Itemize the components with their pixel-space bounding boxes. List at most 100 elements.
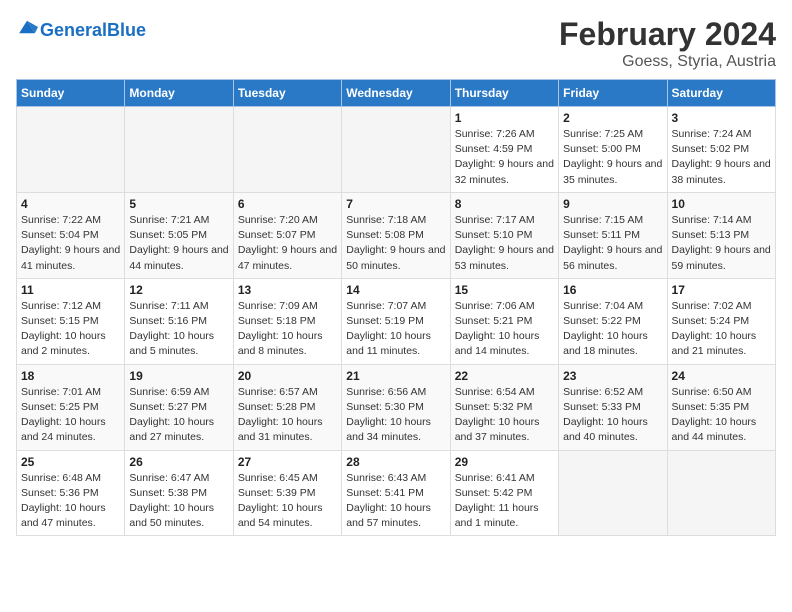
day-cell: 12 Sunrise: 7:11 AMSunset: 5:16 PMDayligh… [125,278,233,364]
day-cell: 20 Sunrise: 6:57 AMSunset: 5:28 PMDayligh… [233,364,341,450]
day-cell: 28 Sunrise: 6:43 AMSunset: 5:41 PMDayligh… [342,450,450,536]
day-info: Sunrise: 6:52 AMSunset: 5:33 PMDaylight:… [563,385,662,446]
day-cell: 23 Sunrise: 6:52 AMSunset: 5:33 PMDayligh… [559,364,667,450]
logo: GeneralBlue [16,16,146,43]
day-cell [17,107,125,193]
day-number: 10 [672,197,771,211]
day-number: 3 [672,111,771,125]
logo-general: General [40,20,107,40]
day-info: Sunrise: 7:22 AMSunset: 5:04 PMDaylight:… [21,213,120,274]
day-info: Sunrise: 6:50 AMSunset: 5:35 PMDaylight:… [672,385,771,446]
day-number: 11 [21,283,120,297]
logo-icon [16,16,38,38]
day-cell: 24 Sunrise: 6:50 AMSunset: 5:35 PMDayligh… [667,364,775,450]
day-number: 7 [346,197,445,211]
day-info: Sunrise: 7:06 AMSunset: 5:21 PMDaylight:… [455,299,554,360]
day-info: Sunrise: 6:57 AMSunset: 5:28 PMDaylight:… [238,385,337,446]
day-info: Sunrise: 7:07 AMSunset: 5:19 PMDaylight:… [346,299,445,360]
week-row-4: 18 Sunrise: 7:01 AMSunset: 5:25 PMDayligh… [17,364,776,450]
day-number: 12 [129,283,228,297]
day-cell: 27 Sunrise: 6:45 AMSunset: 5:39 PMDayligh… [233,450,341,536]
day-info: Sunrise: 7:25 AMSunset: 5:00 PMDaylight:… [563,127,662,188]
day-info: Sunrise: 7:09 AMSunset: 5:18 PMDaylight:… [238,299,337,360]
day-info: Sunrise: 6:48 AMSunset: 5:36 PMDaylight:… [21,471,120,532]
day-info: Sunrise: 7:18 AMSunset: 5:08 PMDaylight:… [346,213,445,274]
day-info: Sunrise: 6:54 AMSunset: 5:32 PMDaylight:… [455,385,554,446]
day-cell: 5 Sunrise: 7:21 AMSunset: 5:05 PMDaylight… [125,192,233,278]
day-number: 28 [346,455,445,469]
day-number: 20 [238,369,337,383]
day-cell: 29Sunrise: 6:41 AMSunset: 5:42 PMDayligh… [450,450,558,536]
day-number: 27 [238,455,337,469]
day-info: Sunrise: 7:26 AMSunset: 4:59 PMDaylight:… [455,127,554,188]
header-cell-wednesday: Wednesday [342,80,450,107]
title-block: February 2024 Goess, Styria, Austria [559,16,776,71]
day-cell: 1Sunrise: 7:26 AMSunset: 4:59 PMDaylight… [450,107,558,193]
header-cell-saturday: Saturday [667,80,775,107]
day-number: 9 [563,197,662,211]
day-cell: 15 Sunrise: 7:06 AMSunset: 5:21 PMDayligh… [450,278,558,364]
day-cell: 2 Sunrise: 7:25 AMSunset: 5:00 PMDaylight… [559,107,667,193]
day-info: Sunrise: 7:04 AMSunset: 5:22 PMDaylight:… [563,299,662,360]
day-number: 6 [238,197,337,211]
day-number: 18 [21,369,120,383]
day-number: 21 [346,369,445,383]
calendar-table: SundayMondayTuesdayWednesdayThursdayFrid… [16,79,776,536]
day-cell: 3 Sunrise: 7:24 AMSunset: 5:02 PMDaylight… [667,107,775,193]
day-cell: 25Sunrise: 6:48 AMSunset: 5:36 PMDayligh… [17,450,125,536]
day-number: 13 [238,283,337,297]
week-row-5: 25Sunrise: 6:48 AMSunset: 5:36 PMDayligh… [17,450,776,536]
day-number: 15 [455,283,554,297]
page-header: GeneralBlue February 2024 Goess, Styria,… [16,16,776,71]
day-number: 24 [672,369,771,383]
day-cell: 9Sunrise: 7:15 AMSunset: 5:11 PMDaylight… [559,192,667,278]
day-info: Sunrise: 6:59 AMSunset: 5:27 PMDaylight:… [129,385,228,446]
day-number: 2 [563,111,662,125]
day-cell: 19 Sunrise: 6:59 AMSunset: 5:27 PMDayligh… [125,364,233,450]
day-number: 5 [129,197,228,211]
header-cell-monday: Monday [125,80,233,107]
calendar-body: 1Sunrise: 7:26 AMSunset: 4:59 PMDaylight… [17,107,776,536]
day-number: 4 [21,197,120,211]
week-row-3: 11 Sunrise: 7:12 AMSunset: 5:15 PMDayligh… [17,278,776,364]
day-cell: 14 Sunrise: 7:07 AMSunset: 5:19 PMDayligh… [342,278,450,364]
day-number: 26 [129,455,228,469]
day-number: 14 [346,283,445,297]
day-cell: 18 Sunrise: 7:01 AMSunset: 5:25 PMDayligh… [17,364,125,450]
day-info: Sunrise: 7:11 AMSunset: 5:16 PMDaylight:… [129,299,228,360]
header-cell-friday: Friday [559,80,667,107]
week-row-2: 4 Sunrise: 7:22 AMSunset: 5:04 PMDaylight… [17,192,776,278]
header-cell-tuesday: Tuesday [233,80,341,107]
day-cell: 13 Sunrise: 7:09 AMSunset: 5:18 PMDayligh… [233,278,341,364]
day-info: Sunrise: 7:12 AMSunset: 5:15 PMDaylight:… [21,299,120,360]
day-number: 23 [563,369,662,383]
day-cell: 6 Sunrise: 7:20 AMSunset: 5:07 PMDaylight… [233,192,341,278]
day-info: Sunrise: 6:41 AMSunset: 5:42 PMDaylight:… [455,471,554,532]
day-info: Sunrise: 7:21 AMSunset: 5:05 PMDaylight:… [129,213,228,274]
day-cell: 26 Sunrise: 6:47 AMSunset: 5:38 PMDayligh… [125,450,233,536]
day-info: Sunrise: 6:47 AMSunset: 5:38 PMDaylight:… [129,471,228,532]
header-cell-thursday: Thursday [450,80,558,107]
day-info: Sunrise: 7:17 AMSunset: 5:10 PMDaylight:… [455,213,554,274]
day-info: Sunrise: 7:24 AMSunset: 5:02 PMDaylight:… [672,127,771,188]
day-info: Sunrise: 7:01 AMSunset: 5:25 PMDaylight:… [21,385,120,446]
day-info: Sunrise: 6:45 AMSunset: 5:39 PMDaylight:… [238,471,337,532]
day-number: 19 [129,369,228,383]
day-cell: 10 Sunrise: 7:14 AMSunset: 5:13 PMDayligh… [667,192,775,278]
week-row-1: 1Sunrise: 7:26 AMSunset: 4:59 PMDaylight… [17,107,776,193]
day-info: Sunrise: 7:14 AMSunset: 5:13 PMDaylight:… [672,213,771,274]
header-row: SundayMondayTuesdayWednesdayThursdayFrid… [17,80,776,107]
logo-blue: Blue [107,20,146,40]
header-cell-sunday: Sunday [17,80,125,107]
day-cell: 8Sunrise: 7:17 AMSunset: 5:10 PMDaylight… [450,192,558,278]
day-cell [233,107,341,193]
day-cell: 4 Sunrise: 7:22 AMSunset: 5:04 PMDaylight… [17,192,125,278]
logo-text: GeneralBlue [40,21,146,39]
calendar-header: SundayMondayTuesdayWednesdayThursdayFrid… [17,80,776,107]
day-info: Sunrise: 7:02 AMSunset: 5:24 PMDaylight:… [672,299,771,360]
day-info: Sunrise: 6:43 AMSunset: 5:41 PMDaylight:… [346,471,445,532]
day-info: Sunrise: 7:20 AMSunset: 5:07 PMDaylight:… [238,213,337,274]
day-cell: 16Sunrise: 7:04 AMSunset: 5:22 PMDayligh… [559,278,667,364]
day-cell [342,107,450,193]
day-cell: 17Sunrise: 7:02 AMSunset: 5:24 PMDayligh… [667,278,775,364]
